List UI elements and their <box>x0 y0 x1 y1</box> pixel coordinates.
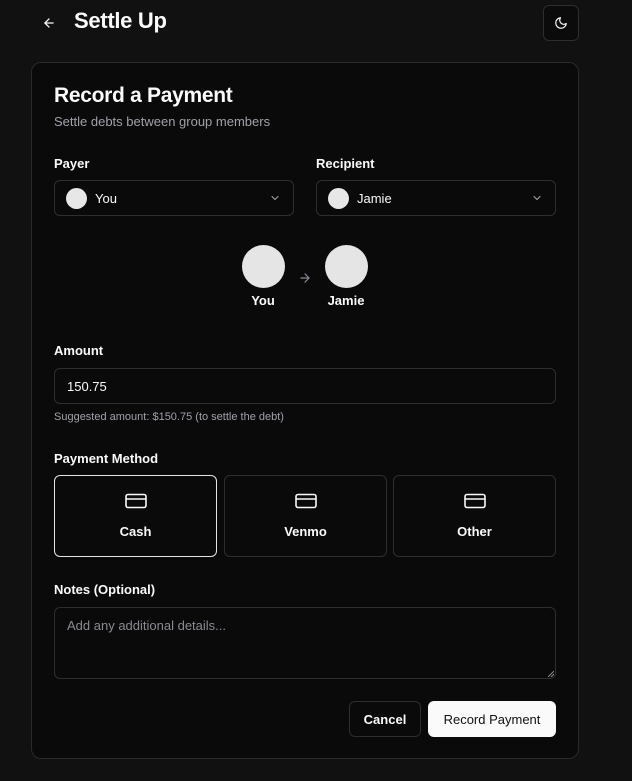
credit-card-icon <box>463 493 486 509</box>
method-label: Venmo <box>284 524 327 539</box>
arrow-right-icon <box>300 273 310 283</box>
theme-toggle-button[interactable] <box>543 5 579 41</box>
moon-icon <box>555 17 567 29</box>
notes-textarea[interactable] <box>54 607 556 679</box>
chevron-down-icon <box>533 195 541 201</box>
amount-hint: Suggested amount: $150.75 (to settle the… <box>54 411 284 423</box>
page-title: Settle Up <box>74 8 167 33</box>
cancel-button[interactable]: Cancel <box>349 701 421 737</box>
card-subtitle: Settle debts between group members <box>54 114 271 129</box>
payment-method-label: Payment Method <box>54 451 159 466</box>
arrow-left-icon <box>44 18 54 28</box>
payer-avatar <box>66 187 87 209</box>
card-title: Record a Payment <box>54 84 233 107</box>
method-option-venmo[interactable]: Venmo <box>224 475 387 557</box>
recipient-selected-value: Jamie <box>357 190 392 206</box>
flow-to-name: Jamie <box>327 293 365 308</box>
header: Settle Up <box>0 0 632 46</box>
recipient-flow-avatar <box>325 245 368 288</box>
payer-select[interactable]: You <box>54 180 294 216</box>
payer-label: Payer <box>54 156 90 171</box>
amount-label: Amount <box>54 343 104 358</box>
chevron-down-icon <box>271 195 279 201</box>
payment-card: Record a Payment Settle debts between gr… <box>31 62 579 759</box>
method-label: Cash <box>119 524 152 539</box>
record-payment-button[interactable]: Record Payment <box>428 701 556 737</box>
resize-grip-icon[interactable] <box>548 671 554 677</box>
payer-selected-value: You <box>95 190 117 206</box>
recipient-avatar <box>328 187 349 209</box>
flow-from-name: You <box>251 293 275 308</box>
payer-flow-avatar <box>242 245 285 288</box>
recipient-select[interactable]: Jamie <box>316 180 556 216</box>
method-label: Other <box>457 524 492 539</box>
method-option-other[interactable]: Other <box>393 475 556 557</box>
recipient-label: Recipient <box>316 156 375 171</box>
method-option-cash[interactable]: Cash <box>54 475 217 557</box>
credit-card-icon <box>124 493 147 509</box>
back-button[interactable] <box>38 12 60 34</box>
notes-label: Notes (Optional) <box>54 582 156 597</box>
credit-card-icon <box>294 493 317 509</box>
amount-input[interactable] <box>54 368 556 404</box>
